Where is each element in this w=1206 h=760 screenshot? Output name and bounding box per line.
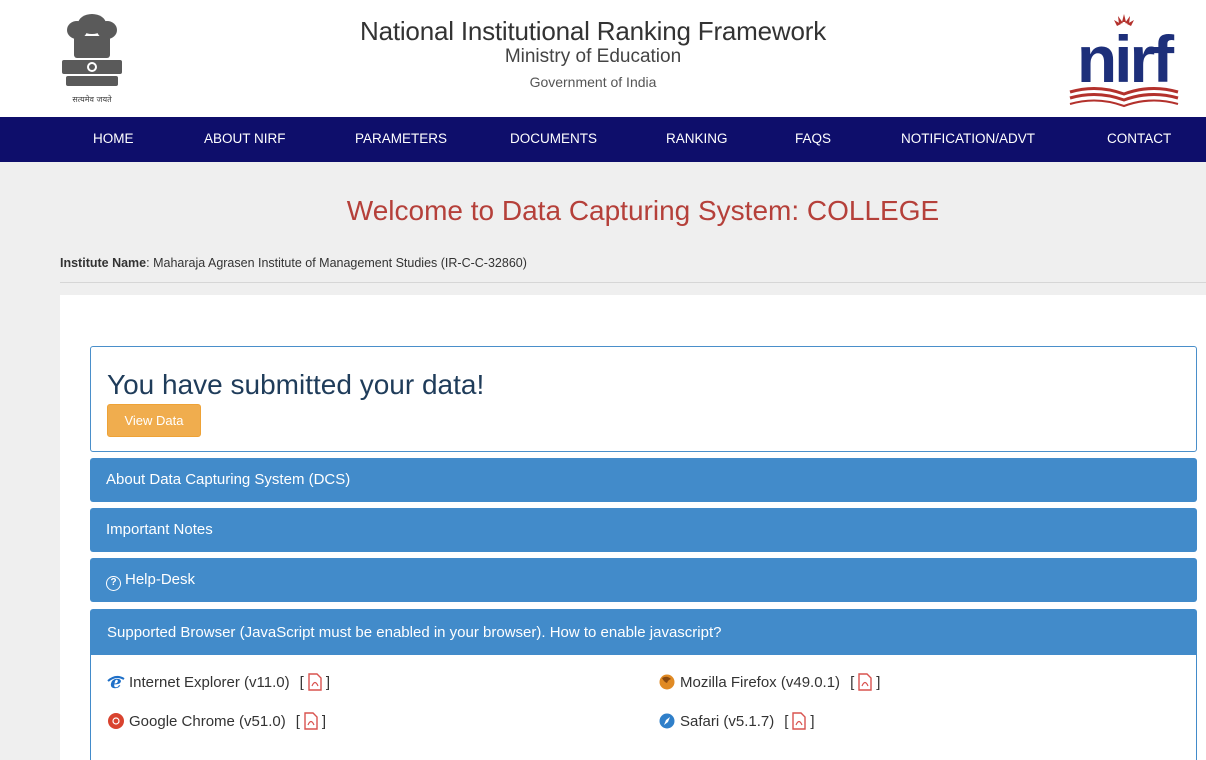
nav-faqs[interactable]: FAQS — [795, 131, 831, 146]
accordion-help-desk[interactable]: ? Help-Desk — [90, 558, 1197, 602]
nirf-logo: nirf — [1069, 14, 1179, 108]
view-data-button[interactable]: View Data — [107, 404, 201, 437]
browser-ie-label: Internet Explorer (v11.0) — [129, 673, 290, 691]
government-name: Government of India — [529, 74, 657, 90]
divider — [60, 282, 1206, 283]
page-title: Welcome to Data Capturing System: COLLEG… — [346, 195, 940, 226]
question-circle-icon: ? — [106, 576, 121, 591]
pdf-icon — [308, 673, 322, 691]
pdf-icon — [792, 712, 807, 730]
site-title: National Institutional Ranking Framework — [360, 16, 826, 46]
browser-firefox-row: Mozilla Firefox (v49.0.1) [] — [658, 673, 880, 691]
internet-explorer-icon: e — [107, 673, 125, 691]
safari-pdf-link[interactable]: [] — [784, 712, 815, 730]
nav-ranking[interactable]: RANKING — [666, 131, 728, 146]
ministry-name: Ministry of Education — [504, 46, 682, 67]
browser-safari-row: Safari (v5.1.7) [] — [658, 712, 815, 730]
accordion-about-dcs[interactable]: About Data Capturing System (DCS) — [90, 458, 1197, 502]
pdf-icon — [858, 673, 872, 691]
pdf-icon — [304, 712, 318, 730]
institute-label: Institute Name — [60, 256, 147, 270]
svg-text:nirf: nirf — [1077, 22, 1175, 96]
main-nav: HOME ABOUT NIRF PARAMETERS DOCUMENTS RAN… — [0, 117, 1206, 162]
mozilla-firefox-icon — [659, 674, 675, 690]
nav-notification-advt[interactable]: NOTIFICATION/ADVT — [901, 131, 1035, 146]
svg-text:सत्यमेव जयते: सत्यमेव जयते — [72, 94, 112, 104]
institute-name-line: Institute Name: Maharaja Agrasen Institu… — [60, 256, 527, 270]
submission-message: You have submitted your data! — [107, 369, 485, 400]
firefox-pdf-link[interactable]: [] — [850, 673, 880, 691]
safari-icon — [659, 713, 675, 729]
ie-pdf-link[interactable]: [] — [300, 673, 330, 691]
accordion-help-desk-label: Help-Desk — [125, 571, 196, 588]
accordion-about-dcs-label: About Data Capturing System (DCS) — [106, 471, 351, 488]
browser-firefox-label: Mozilla Firefox (v49.0.1) — [680, 673, 841, 691]
browser-safari-label: Safari (v5.1.7) — [680, 712, 775, 730]
nav-parameters[interactable]: PARAMETERS — [355, 131, 447, 146]
nav-home[interactable]: HOME — [93, 131, 134, 146]
chrome-pdf-link[interactable]: [] — [296, 712, 326, 730]
nav-documents[interactable]: DOCUMENTS — [510, 131, 597, 146]
submission-status-box: You have submitted your data! View Data — [90, 346, 1197, 452]
browser-chrome-label: Google Chrome (v51.0) — [129, 712, 286, 730]
google-chrome-icon — [108, 713, 124, 729]
brand-block: National Institutional Ranking Framework… — [0, 16, 1186, 90]
accordion-important-notes[interactable]: Important Notes — [90, 508, 1197, 552]
nav-about-nirf[interactable]: ABOUT NIRF — [204, 131, 286, 146]
site-header: सत्यमेव जयते National Institutional Rank… — [0, 0, 1206, 117]
institute-value: : Maharaja Agrasen Institute of Manageme… — [146, 256, 527, 270]
supported-browsers-heading[interactable]: Supported Browser (JavaScript must be en… — [91, 610, 1196, 655]
accordion-important-notes-label: Important Notes — [106, 521, 213, 538]
nav-contact[interactable]: CONTACT — [1107, 131, 1171, 146]
svg-text:e: e — [110, 673, 121, 691]
browser-ie-row: e Internet Explorer (v11.0) [] — [107, 673, 330, 691]
browser-chrome-row: Google Chrome (v51.0) [] — [107, 712, 326, 730]
